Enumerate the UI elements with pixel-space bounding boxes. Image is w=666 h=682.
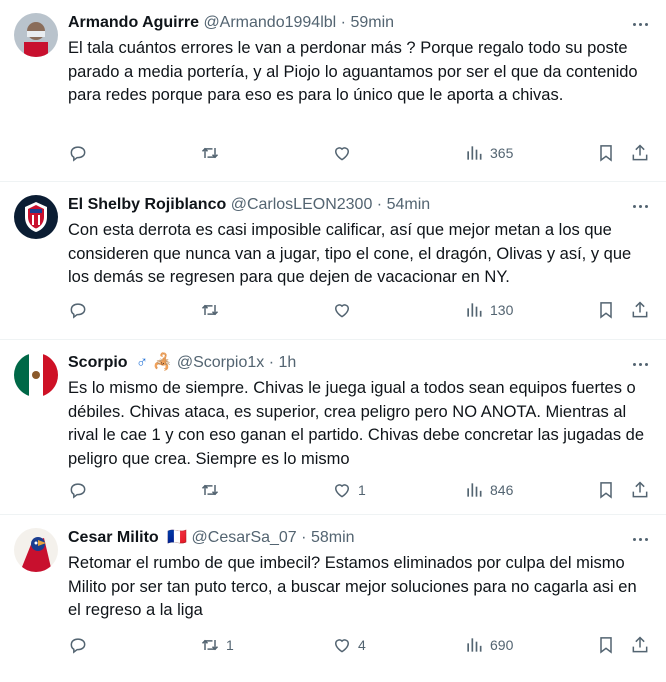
separator-dot: · <box>301 529 307 547</box>
share-button[interactable] <box>630 633 650 657</box>
tweet[interactable]: Cesar Milito 🇫🇷 @CesarSa_07 · 58min Reto… <box>0 515 666 682</box>
separator-dot: · <box>340 14 346 31</box>
share-icon <box>632 481 648 498</box>
more-icon[interactable] <box>628 527 652 551</box>
display-name[interactable]: Scorpio <box>68 354 128 371</box>
like-count: 1 <box>358 482 366 498</box>
user-handle[interactable]: @CarlosLEON2300 <box>231 196 373 213</box>
views-count: 690 <box>490 637 514 653</box>
tweet-header: Armando Aguirre @Armando1994lbl · 59min <box>68 11 626 35</box>
bookmark-button[interactable] <box>596 478 616 502</box>
bookmark-icon <box>600 482 612 499</box>
reply-button[interactable] <box>68 478 94 502</box>
like-button[interactable] <box>332 298 358 322</box>
tweet[interactable]: Scorpio ♂ 🦂 @Scorpio1x · 1h Es lo mismo … <box>0 340 666 515</box>
flag-emoji: 🇫🇷 <box>167 529 188 546</box>
tweet-text: Con esta derrota es casi imposible calif… <box>68 221 632 286</box>
tweet-text: El tala cuántos errores le van a perdona… <box>68 39 638 104</box>
tweet[interactable]: El Shelby Rojiblanco @CarlosLEON2300 · 5… <box>0 182 666 340</box>
action-bar: 130 <box>68 298 652 322</box>
views-icon <box>467 638 482 652</box>
more-icon[interactable] <box>628 12 652 36</box>
separator-dot: · <box>376 196 383 213</box>
share-button[interactable] <box>630 298 650 322</box>
bookmark-button[interactable] <box>596 298 616 322</box>
like-icon <box>334 639 350 653</box>
retweet-icon <box>201 304 219 316</box>
views-count: 130 <box>490 302 514 318</box>
retweet-icon <box>201 147 219 159</box>
reply-icon <box>70 146 86 162</box>
views-button[interactable]: 130 <box>464 298 513 322</box>
views-icon <box>467 483 482 497</box>
avatar[interactable] <box>14 13 58 57</box>
separator-dot: · <box>268 354 275 372</box>
bookmark-icon <box>600 145 612 162</box>
share-icon <box>632 144 648 161</box>
name-emoji: ♂ 🦂 <box>136 354 173 371</box>
views-icon <box>467 146 482 160</box>
timestamp[interactable]: 1h <box>278 354 296 371</box>
like-count: 4 <box>358 637 366 653</box>
action-bar: 365 <box>68 141 652 165</box>
avatar[interactable] <box>14 353 58 397</box>
reply-icon <box>70 483 86 499</box>
tweet-text: Es lo mismo de siempre. Chivas le juega … <box>68 379 645 468</box>
display-name[interactable]: El Shelby Rojiblanco <box>68 196 226 213</box>
avatar[interactable] <box>14 528 58 572</box>
timestamp[interactable]: 59min <box>350 14 394 31</box>
user-handle[interactable]: @CesarSa_07 <box>192 529 297 546</box>
retweet-icon <box>201 639 219 651</box>
views-icon <box>467 303 482 317</box>
tweet[interactable]: Armando Aguirre @Armando1994lbl · 59min … <box>0 0 666 182</box>
bookmark-icon <box>600 637 612 654</box>
like-button[interactable]: 4 <box>332 633 366 657</box>
reply-button[interactable] <box>68 141 94 165</box>
display-name[interactable]: Cesar Milito <box>68 529 159 546</box>
views-button[interactable]: 690 <box>464 633 513 657</box>
retweet-count: 1 <box>226 637 234 653</box>
views-button[interactable]: 846 <box>464 478 513 502</box>
like-button[interactable] <box>332 141 358 165</box>
avatar[interactable] <box>14 195 58 239</box>
like-icon <box>334 147 350 161</box>
timestamp[interactable]: 54min <box>387 196 431 213</box>
reply-button[interactable] <box>68 633 94 657</box>
display-name[interactable]: Armando Aguirre <box>68 14 199 31</box>
retweet-button[interactable] <box>200 141 226 165</box>
retweet-button[interactable] <box>200 478 226 502</box>
retweet-button[interactable]: 1 <box>200 633 234 657</box>
tweet-header: Cesar Milito 🇫🇷 @CesarSa_07 · 58min <box>68 526 626 550</box>
user-handle[interactable]: @Scorpio1x <box>177 354 264 371</box>
views-button[interactable]: 365 <box>464 141 513 165</box>
like-button[interactable]: 1 <box>332 478 366 502</box>
reply-icon <box>70 303 86 319</box>
share-button[interactable] <box>630 141 650 165</box>
like-icon <box>334 304 350 318</box>
share-button[interactable] <box>630 478 650 502</box>
user-handle[interactable]: @Armando1994lbl <box>203 14 336 31</box>
bookmark-button[interactable] <box>596 141 616 165</box>
more-icon[interactable] <box>628 194 652 218</box>
tweet-header: Scorpio ♂ 🦂 @Scorpio1x · 1h <box>68 351 626 375</box>
share-icon <box>632 636 648 653</box>
share-icon <box>632 301 648 318</box>
action-bar: 1 846 <box>68 478 652 502</box>
views-count: 846 <box>490 482 514 498</box>
bookmark-button[interactable] <box>596 633 616 657</box>
reply-icon <box>70 638 86 654</box>
action-bar: 1 4 690 <box>68 633 652 657</box>
more-icon[interactable] <box>628 352 652 376</box>
tweet-header: El Shelby Rojiblanco @CarlosLEON2300 · 5… <box>68 193 626 217</box>
retweet-button[interactable] <box>200 298 226 322</box>
tweet-text: Retomar el rumbo de que imbecil? Estamos… <box>68 554 637 619</box>
reply-button[interactable] <box>68 298 94 322</box>
timestamp[interactable]: 58min <box>311 529 355 546</box>
retweet-icon <box>201 484 219 496</box>
views-count: 365 <box>490 145 514 161</box>
like-icon <box>334 484 350 498</box>
bookmark-icon <box>600 302 612 319</box>
